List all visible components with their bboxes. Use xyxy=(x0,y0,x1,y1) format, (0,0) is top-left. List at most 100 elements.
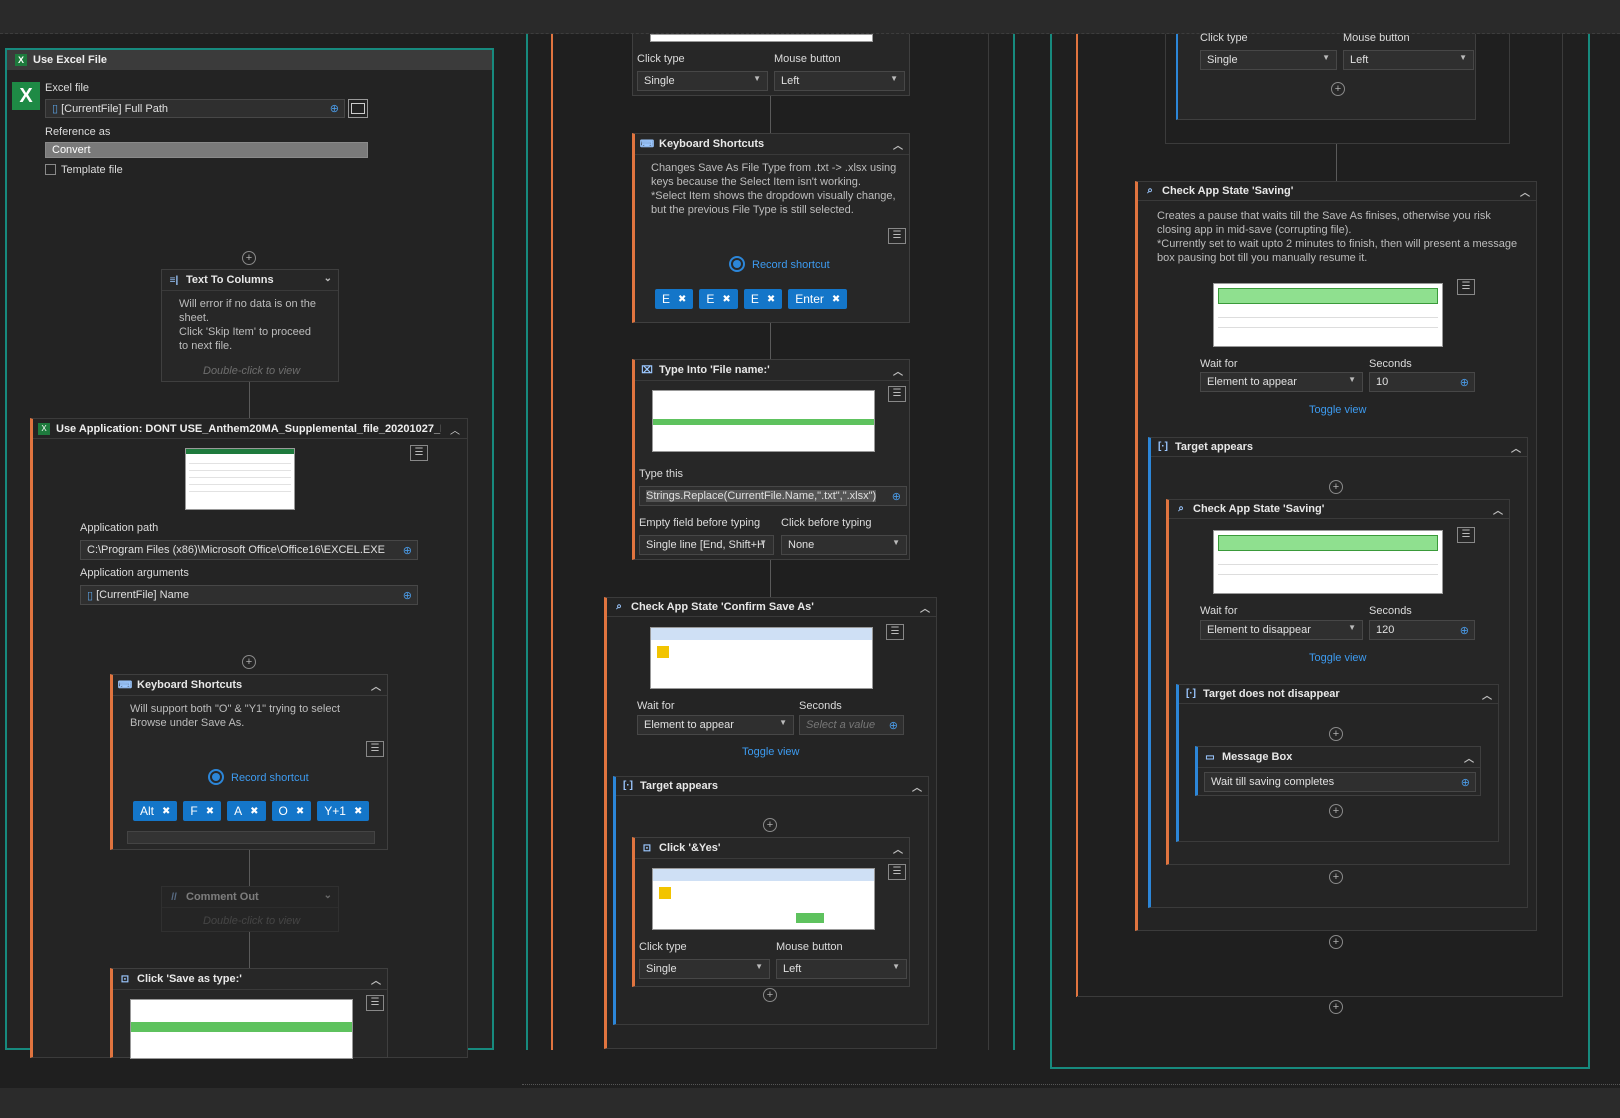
folder-browse-button[interactable] xyxy=(348,99,368,118)
key-chip[interactable]: Alt ✖ xyxy=(133,801,178,821)
mouse-button-select[interactable]: Left ▼ xyxy=(774,71,905,91)
plus-icon[interactable]: ⊕ xyxy=(1460,624,1469,637)
click-before-select[interactable]: None ▼ xyxy=(781,535,907,555)
key-chip[interactable]: E ✖ xyxy=(743,289,783,309)
menu-icon[interactable]: ☰ xyxy=(886,624,904,640)
remove-icon[interactable]: ✖ xyxy=(250,806,258,817)
add-activity-plus[interactable]: + xyxy=(763,818,777,832)
chevron-up-icon[interactable]: ︿ xyxy=(893,841,903,856)
keyboard-shortcuts-activity[interactable]: ⌨ Keyboard Shortcuts ︿ Will support both "… xyxy=(110,674,388,850)
add-activity-plus[interactable]: + xyxy=(1329,1000,1343,1014)
add-activity-plus[interactable]: + xyxy=(1329,870,1343,884)
wait-for-select[interactable]: Element to disappear ▼ xyxy=(1200,620,1363,640)
plus-icon[interactable]: ⊕ xyxy=(1461,776,1470,789)
seconds-input[interactable]: Select a value ⊕ xyxy=(799,715,904,735)
check-app-state-confirm-header[interactable]: ⌕ Check App State 'Confirm Save As' ︿ xyxy=(607,597,936,617)
reference-as-input[interactable]: Convert xyxy=(45,142,368,158)
add-activity-plus[interactable]: + xyxy=(242,655,256,669)
menu-icon[interactable]: ☰ xyxy=(1457,279,1475,295)
click-yes-activity[interactable]: ⊡ Click '&Yes' ︿ ☰ Click type Mouse button… xyxy=(632,837,910,987)
remove-icon[interactable]: ✖ xyxy=(296,806,304,817)
keyboard-shortcuts-activity[interactable]: ⌨ Keyboard Shortcuts ︿ Changes Save As Fil… xyxy=(632,133,910,323)
key-chip[interactable]: A ✖ xyxy=(227,801,266,821)
toggle-view-link[interactable]: Toggle view xyxy=(1309,404,1366,416)
chevron-down-icon[interactable]: ⌄ xyxy=(324,273,332,284)
target-appears-header[interactable]: [·] Target appears ︿ xyxy=(616,776,928,796)
plus-icon[interactable]: ⊕ xyxy=(1460,376,1469,389)
plus-icon[interactable]: ⊕ xyxy=(889,719,898,732)
remove-icon[interactable]: ✖ xyxy=(354,806,362,817)
remove-icon[interactable]: ✖ xyxy=(678,294,686,305)
add-activity-plus[interactable]: + xyxy=(242,251,256,265)
plus-icon[interactable]: ⊕ xyxy=(403,589,412,602)
add-activity-plus[interactable]: + xyxy=(1331,82,1345,96)
add-activity-plus[interactable]: + xyxy=(1329,727,1343,741)
chevron-up-icon[interactable]: ︿ xyxy=(371,678,381,693)
remove-icon[interactable]: ✖ xyxy=(767,294,775,305)
menu-icon[interactable]: ☰ xyxy=(888,228,906,244)
plus-icon[interactable]: ⊕ xyxy=(330,102,339,115)
wait-for-select[interactable]: Element to appear ▼ xyxy=(637,715,794,735)
chevron-up-icon[interactable]: ︿ xyxy=(1493,502,1503,517)
chevron-up-icon[interactable]: ︿ xyxy=(920,600,930,615)
type-this-input[interactable]: Strings.Replace(CurrentFile.Name,".txt",… xyxy=(639,486,907,506)
remove-icon[interactable]: ✖ xyxy=(722,294,730,305)
use-application-header[interactable]: X Use Application: DONT USE_Anthem20MA_S… xyxy=(33,419,467,439)
target-appears-header[interactable]: [·] Target appears ︿ xyxy=(1151,437,1527,457)
record-shortcut-radio[interactable] xyxy=(208,769,224,785)
seconds-input[interactable]: 120 ⊕ xyxy=(1369,620,1475,640)
template-file-checkbox[interactable] xyxy=(45,164,56,175)
click-save-as-type-activity[interactable]: ⊡ Click 'Save as type:' ︿ ☰ xyxy=(110,968,388,1059)
menu-icon[interactable]: ☰ xyxy=(888,386,906,402)
record-shortcut-radio[interactable] xyxy=(729,256,745,272)
remove-icon[interactable]: ✖ xyxy=(206,806,214,817)
type-into-activity[interactable]: ⌧ Type Into 'File name:' ︿ ☰ Type this Str… xyxy=(632,359,910,560)
key-chip[interactable]: E ✖ xyxy=(655,289,694,309)
chevron-up-icon[interactable]: ︿ xyxy=(450,422,460,437)
menu-icon[interactable]: ☰ xyxy=(366,741,384,757)
target-not-disappear-header[interactable]: [·] Target does not disappear ︿ xyxy=(1179,684,1498,704)
plus-icon[interactable]: ⊕ xyxy=(892,490,901,503)
key-chip[interactable]: Enter ✖ xyxy=(788,289,848,309)
key-chip[interactable]: Y+1 ✖ xyxy=(317,801,370,821)
toggle-view-link[interactable]: Toggle view xyxy=(1309,652,1366,664)
record-shortcut-link[interactable]: Record shortcut xyxy=(752,259,830,271)
comment-out-activity[interactable]: // Comment Out ⌄ Double-click to view xyxy=(161,886,339,932)
text-to-columns-activity[interactable]: ≡| Text To Columns ⌄ Will error if no data… xyxy=(161,269,339,382)
chevron-up-icon[interactable]: ︿ xyxy=(1482,687,1492,702)
excel-file-input[interactable]: ▯ [CurrentFile] Full Path ⊕ xyxy=(45,99,345,118)
add-activity-plus[interactable]: + xyxy=(1329,935,1343,949)
empty-field-select[interactable]: Single line [End, Shift+H ▼ xyxy=(639,535,774,555)
remove-icon[interactable]: ✖ xyxy=(162,806,170,817)
menu-icon[interactable]: ☰ xyxy=(1457,527,1475,543)
key-chip[interactable]: O ✖ xyxy=(271,801,312,821)
chevron-up-icon[interactable]: ︿ xyxy=(1464,750,1474,765)
plus-icon[interactable]: ⊕ xyxy=(403,544,412,557)
chevron-up-icon[interactable]: ︿ xyxy=(1520,184,1530,199)
click-activity-bottom[interactable]: Click type Mouse button Single ▼ Left ▼ xyxy=(632,34,910,96)
message-box-activity[interactable]: ▭ Message Box ︿ Wait till saving completes… xyxy=(1195,746,1481,796)
click-type-select[interactable]: Single ▼ xyxy=(1200,50,1337,70)
use-excel-file-header[interactable]: X Use Excel File xyxy=(7,50,492,70)
key-chip[interactable]: F ✖ xyxy=(183,801,222,821)
check-app-state-saving-header[interactable]: ⌕ Check App State 'Saving' ︿ xyxy=(1138,181,1536,201)
menu-icon[interactable]: ☰ xyxy=(410,445,428,461)
add-activity-plus[interactable]: + xyxy=(1329,804,1343,818)
toggle-view-link[interactable]: Toggle view xyxy=(742,746,799,758)
application-path-input[interactable]: C:\Program Files (x86)\Microsoft Office\… xyxy=(80,540,418,560)
chevron-up-icon[interactable]: ︿ xyxy=(893,363,903,378)
message-box-input[interactable]: Wait till saving completes ⊕ xyxy=(1204,772,1476,792)
horizontal-scrollbar[interactable] xyxy=(127,831,375,844)
mouse-button-select[interactable]: Left ▼ xyxy=(1343,50,1474,70)
chevron-up-icon[interactable]: ︿ xyxy=(371,972,381,987)
chevron-up-icon[interactable]: ︿ xyxy=(1511,440,1521,455)
chevron-down-icon[interactable]: ⌄ xyxy=(324,890,332,901)
record-shortcut-link[interactable]: Record shortcut xyxy=(231,772,309,784)
application-arguments-input[interactable]: ▯ [CurrentFile] Name ⊕ xyxy=(80,585,418,605)
menu-icon[interactable]: ☰ xyxy=(366,995,384,1011)
add-activity-plus[interactable]: + xyxy=(763,988,777,1002)
seconds-input[interactable]: 10 ⊕ xyxy=(1369,372,1475,392)
key-chip[interactable]: E ✖ xyxy=(699,289,738,309)
remove-icon[interactable]: ✖ xyxy=(832,294,840,305)
add-activity-plus[interactable]: + xyxy=(1329,480,1343,494)
